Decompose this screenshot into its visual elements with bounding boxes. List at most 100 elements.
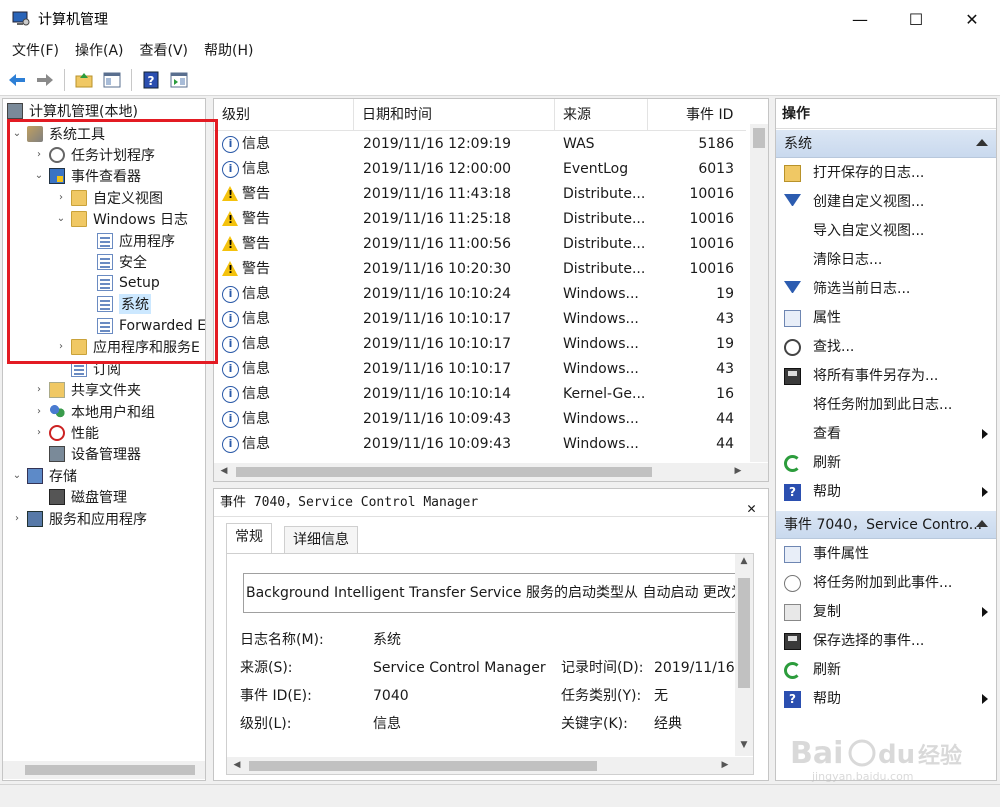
tree-node-storage[interactable]: ⌄ 存储: [11, 465, 77, 486]
close-icon[interactable]: ✕: [747, 494, 756, 522]
tree-node-local-users[interactable]: › 本地用户和组: [33, 401, 155, 422]
event-viewer-icon: [49, 167, 65, 184]
folder-open-icon: [71, 210, 87, 227]
tree-node-windows-logs[interactable]: ⌄ Windows 日志: [55, 208, 188, 229]
action-item[interactable]: 打开保存的日志...: [776, 159, 996, 187]
scroll-thumb[interactable]: [738, 578, 750, 688]
table-row[interactable]: i 信息 2019/11/16 10:09:43 Windows... 44: [214, 407, 746, 432]
tree-node-app-services-logs[interactable]: › 应用程序和服务E: [55, 336, 200, 357]
action-item[interactable]: 创建自定义视图...: [776, 188, 996, 216]
menu-file[interactable]: 文件(F): [4, 38, 67, 64]
event-id-label: 事件 ID(E):: [240, 688, 312, 704]
show-action-pane-icon[interactable]: [166, 67, 192, 93]
scroll-left-icon[interactable]: ◀: [216, 466, 232, 476]
table-row[interactable]: i 信息 2019/11/16 10:10:17 Windows... 43: [214, 357, 746, 382]
menu-view[interactable]: 查看(V): [132, 38, 197, 64]
table-row[interactable]: i 信息 2019/11/16 10:10:24 Windows... 19: [214, 282, 746, 307]
action-item[interactable]: 属性: [776, 304, 996, 332]
maximize-button[interactable]: ☐: [888, 0, 944, 38]
event-description[interactable]: Background Intelligent Transfer Service …: [243, 573, 743, 613]
action-item[interactable]: 清除日志...: [776, 246, 996, 274]
tree-node-application-log[interactable]: 应用程序: [81, 230, 175, 251]
back-arrow-icon[interactable]: [4, 67, 30, 93]
event-list-horizontal-scrollbar[interactable]: ◀ ▶: [214, 463, 768, 481]
scroll-thumb[interactable]: [25, 765, 195, 775]
action-item[interactable]: 保存选择的事件...: [776, 627, 996, 655]
tree-node-task-scheduler[interactable]: › 任务计划程序: [33, 144, 155, 165]
tree-node-services-apps[interactable]: › 服务和应用程序: [11, 508, 147, 529]
tree-node-custom-views[interactable]: › 自定义视图: [55, 187, 163, 208]
scroll-right-icon[interactable]: ▶: [717, 760, 733, 770]
help-icon[interactable]: ?: [138, 67, 164, 93]
scroll-down-icon[interactable]: ▼: [736, 740, 752, 750]
cell-level: 信息: [242, 336, 270, 352]
action-item[interactable]: 导入自定义视图...: [776, 217, 996, 245]
submenu-arrow-icon: [982, 429, 988, 439]
table-row[interactable]: 警告 2019/11/16 11:43:18 Distribute... 10016: [214, 182, 746, 207]
table-row[interactable]: i 信息 2019/11/16 10:10:17 Windows... 43: [214, 307, 746, 332]
tree-root[interactable]: 计算机管理(本地): [7, 100, 138, 121]
action-item[interactable]: 将任务附加到此日志...: [776, 391, 996, 419]
details-horizontal-scrollbar[interactable]: ◀ ▶: [227, 757, 753, 774]
scroll-thumb[interactable]: [249, 761, 597, 771]
tree-node-device-manager[interactable]: 设备管理器: [33, 443, 141, 464]
tree-node-security-log[interactable]: 安全: [81, 251, 147, 272]
action-item[interactable]: 复制: [776, 598, 996, 626]
cell-level: 警告: [242, 261, 270, 277]
action-item[interactable]: 将任务附加到此事件...: [776, 569, 996, 597]
tree-node-setup-log[interactable]: Setup: [81, 272, 160, 293]
table-row[interactable]: i 信息 2019/11/16 12:09:19 WAS 5186: [214, 132, 746, 157]
show-tree-icon[interactable]: [99, 67, 125, 93]
menu-action[interactable]: 操作(A): [67, 38, 132, 64]
column-datetime[interactable]: 日期和时间: [354, 99, 555, 131]
tree-node-system-tools[interactable]: ⌄ 系统工具: [11, 123, 105, 144]
scroll-thumb[interactable]: [236, 467, 652, 477]
menu-help[interactable]: 帮助(H): [196, 38, 261, 64]
actions-section-system[interactable]: 系统: [776, 130, 996, 158]
details-vertical-scrollbar[interactable]: ▲ ▼: [735, 554, 753, 756]
tree-node-system-log[interactable]: 系统: [81, 293, 151, 314]
minimize-button[interactable]: —: [832, 0, 888, 38]
table-row[interactable]: 警告 2019/11/16 11:00:56 Distribute... 10016: [214, 232, 746, 257]
action-item[interactable]: 查看: [776, 420, 996, 448]
scroll-thumb[interactable]: [753, 128, 765, 148]
scroll-right-icon[interactable]: ▶: [730, 466, 746, 476]
column-source[interactable]: 来源: [555, 99, 648, 131]
actions-section-event[interactable]: 事件 7040，Service Contro...: [776, 511, 996, 539]
close-button[interactable]: ✕: [944, 0, 1000, 38]
cell-datetime: 2019/11/16 10:10:24: [363, 286, 512, 302]
tree-node-disk-management[interactable]: 磁盘管理: [33, 486, 127, 507]
tree-node-performance[interactable]: › 性能: [33, 422, 99, 443]
table-row[interactable]: i 信息 2019/11/16 10:10:17 Windows... 19: [214, 332, 746, 357]
tree-node-forwarded-events[interactable]: Forwarded Ev: [81, 315, 205, 336]
info-icon: i: [222, 436, 239, 453]
table-row[interactable]: 警告 2019/11/16 11:25:18 Distribute... 10016: [214, 207, 746, 232]
action-item[interactable]: ? 帮助: [776, 478, 996, 506]
up-folder-icon[interactable]: [71, 67, 97, 93]
tree-horizontal-scrollbar[interactable]: [3, 761, 205, 779]
scroll-left-icon[interactable]: ◀: [229, 760, 245, 770]
tab-general[interactable]: 常规: [226, 523, 272, 554]
tree-node-shared-folders[interactable]: › 共享文件夹: [33, 379, 141, 400]
column-level[interactable]: 级别: [214, 99, 354, 131]
action-item[interactable]: 刷新: [776, 449, 996, 477]
tab-details[interactable]: 详细信息: [284, 526, 358, 554]
collapse-icon[interactable]: [976, 520, 988, 527]
action-item[interactable]: 筛选当前日志...: [776, 275, 996, 303]
action-item[interactable]: ? 帮助: [776, 685, 996, 713]
table-row[interactable]: i 信息 2019/11/16 10:09:43 Windows... 44: [214, 432, 746, 457]
action-item[interactable]: 事件属性: [776, 540, 996, 568]
action-item[interactable]: 查找...: [776, 333, 996, 361]
table-row[interactable]: 警告 2019/11/16 10:20:30 Distribute... 10016: [214, 257, 746, 282]
action-item[interactable]: 将所有事件另存为...: [776, 362, 996, 390]
action-item[interactable]: 刷新: [776, 656, 996, 684]
scroll-up-icon[interactable]: ▲: [736, 556, 752, 566]
table-row[interactable]: i 信息 2019/11/16 10:10:14 Kernel-Ge... 16: [214, 382, 746, 407]
table-row[interactable]: i 信息 2019/11/16 12:00:00 EventLog 6013: [214, 157, 746, 182]
column-event-id[interactable]: 事件 ID: [648, 99, 746, 131]
collapse-icon[interactable]: [976, 139, 988, 146]
event-list-vertical-scrollbar[interactable]: [750, 124, 768, 462]
tree-node-subscriptions[interactable]: 订阅: [55, 358, 121, 379]
forward-arrow-icon[interactable]: [32, 67, 58, 93]
tree-node-event-viewer[interactable]: ⌄ 事件查看器: [33, 165, 141, 186]
